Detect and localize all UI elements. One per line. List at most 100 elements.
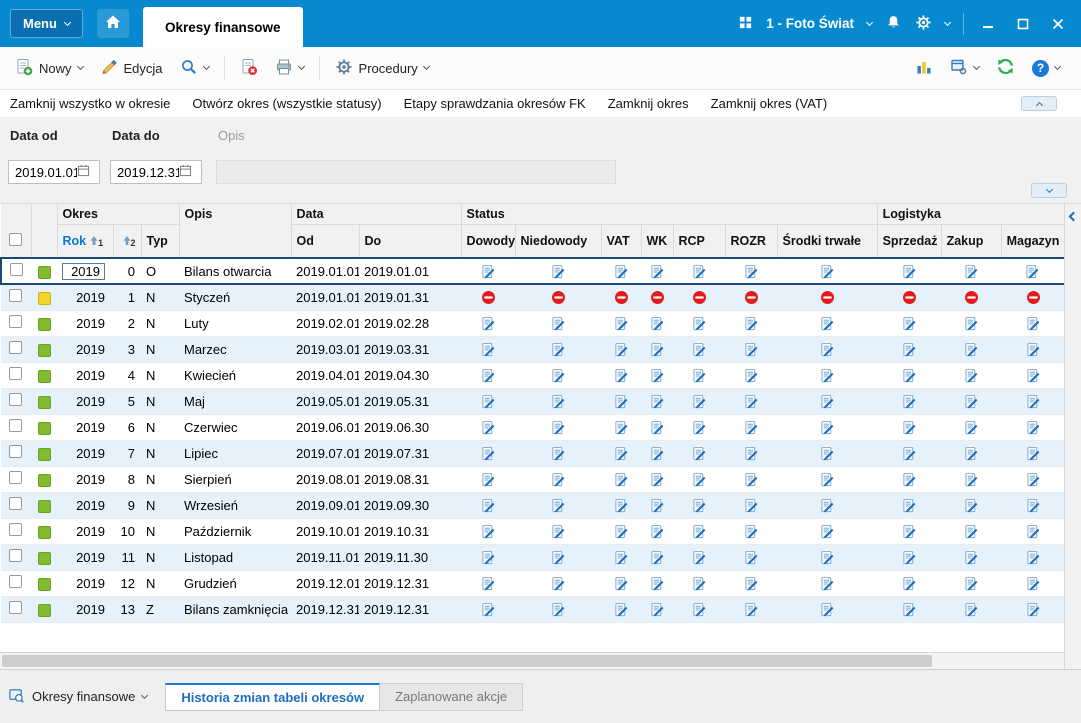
edit-status-icon[interactable] [1026,315,1041,331]
edit-status-icon[interactable] [964,419,979,435]
collapse-filter-button[interactable] [1021,96,1057,111]
cell-od[interactable]: 2019.04.01 [291,362,359,389]
edit-button[interactable]: Edycja [93,53,170,84]
edit-status-icon[interactable] [614,393,629,409]
cell-wk[interactable] [641,284,673,311]
edit-status-icon[interactable] [692,471,707,487]
edit-status-icon[interactable] [964,315,979,331]
cell-wk[interactable] [641,310,673,337]
column-header-vat[interactable]: VAT [601,224,642,259]
period-row[interactable]: 2019 5 N Maj 2019.05.01 2019.05.31 [1,388,1064,415]
cell-srodki-trwale[interactable] [777,518,878,545]
cell-opis[interactable]: Lipiec [179,440,291,467]
cell-vat[interactable] [601,596,641,623]
column-header-numer[interactable]: 2 [113,224,142,259]
cell-opis[interactable]: Styczeń [179,284,291,311]
cell-opis[interactable]: Listopad [179,544,291,571]
cell-srodki-trwale[interactable] [777,492,878,519]
row-checkbox[interactable] [9,497,22,510]
cell-numer[interactable]: 12 [113,570,141,597]
blocked-status-icon[interactable] [551,289,566,305]
cell-numer[interactable]: 10 [113,518,141,545]
edit-status-icon[interactable] [614,315,629,331]
period-row[interactable]: 2019 11 N Listopad 2019.11.01 2019.11.30 [1,544,1064,571]
edit-status-icon[interactable] [551,471,566,487]
edit-status-icon[interactable] [614,341,629,357]
edit-status-icon[interactable] [481,497,496,513]
cell-dowody[interactable] [461,414,515,441]
cell-rcp[interactable] [673,596,725,623]
edit-status-icon[interactable] [820,471,835,487]
cell-rozr[interactable] [725,544,777,571]
row-select-cell[interactable] [1,544,31,571]
cell-opis[interactable]: Bilans otwarcia [179,257,291,285]
edit-status-icon[interactable] [820,341,835,357]
cell-od[interactable]: 2019.02.01 [291,310,359,337]
cell-sprzedaz[interactable] [877,310,942,337]
cell-dowody[interactable] [461,570,515,597]
cell-numer[interactable]: 5 [113,388,141,415]
close-button[interactable] [1047,13,1069,35]
column-header-do[interactable]: Do [359,224,462,259]
cell-sprzedaz[interactable] [877,466,942,493]
column-header-magazyn[interactable]: Magazyn [1001,224,1064,259]
cell-do[interactable]: 2019.07.31 [359,440,461,467]
cell-od[interactable]: 2019.11.01 [291,544,359,571]
cell-numer[interactable]: 2 [113,310,141,337]
new-button[interactable]: Nowy [8,53,90,84]
edit-status-icon[interactable] [902,263,917,279]
blocked-status-icon[interactable] [650,289,665,305]
column-header-zakup[interactable]: Zakup [941,224,1002,259]
cell-do[interactable]: 2019.11.30 [359,544,461,571]
cell-numer[interactable]: 8 [113,466,141,493]
edit-status-icon[interactable] [551,341,566,357]
company-dropdown-icon[interactable] [865,18,874,26]
cell-od[interactable]: 2019.12.31 [291,596,359,623]
blocked-status-icon[interactable] [964,289,979,305]
cell-rok[interactable]: 2019 [57,440,113,467]
opis-input[interactable] [216,160,616,184]
cell-dowody[interactable] [461,284,515,311]
tab-historia-zmian[interactable]: Historia zmian tabeli okresów [165,682,381,711]
edit-status-icon[interactable] [614,367,629,383]
edit-status-icon[interactable] [551,523,566,539]
cell-numer[interactable]: 6 [113,414,141,441]
column-header-rozr[interactable]: ROZR [725,224,778,259]
edit-status-icon[interactable] [614,445,629,461]
row-checkbox[interactable] [9,601,22,614]
apps-grid-icon[interactable] [738,15,753,33]
cell-rcp[interactable] [673,336,725,363]
cell-magazyn[interactable] [1001,570,1064,597]
cell-rok[interactable]: 2019 [57,492,113,519]
cell-typ[interactable]: N [141,492,179,519]
cell-vat[interactable] [601,570,641,597]
cell-rok[interactable]: 2019 [57,596,113,623]
column-header-rcp[interactable]: RCP [673,224,726,259]
column-header-niedowody[interactable]: Niedowody [515,224,602,259]
edit-status-icon[interactable] [744,601,759,617]
edit-status-icon[interactable] [650,393,665,409]
row-select-cell[interactable] [1,336,31,363]
cell-sprzedaz[interactable] [877,414,942,441]
cell-rozr[interactable] [725,336,777,363]
blocked-status-icon[interactable] [902,289,917,305]
cell-rok[interactable]: 2019 [57,414,113,441]
cell-rcp[interactable] [673,414,725,441]
edit-status-icon[interactable] [964,497,979,513]
cell-typ[interactable]: Z [141,596,179,623]
edit-status-icon[interactable] [650,419,665,435]
edit-status-icon[interactable] [964,549,979,565]
cell-wk[interactable] [641,596,673,623]
cell-od[interactable]: 2019.09.01 [291,492,359,519]
quick-action-otworz-okres[interactable]: Otwórz okres (wszystkie statusy) [192,96,381,111]
cell-sprzedaz[interactable] [877,518,942,545]
row-select-cell[interactable] [1,518,31,545]
edit-status-icon[interactable] [481,575,496,591]
cell-sprzedaz[interactable] [877,492,942,519]
cell-typ[interactable]: N [141,518,179,545]
cell-srodki-trwale[interactable] [777,440,878,467]
period-row[interactable]: 2019 8 N Sierpień 2019.08.01 2019.08.31 [1,466,1064,493]
cell-od[interactable]: 2019.06.01 [291,414,359,441]
edit-status-icon[interactable] [650,497,665,513]
cell-rcp[interactable] [673,440,725,467]
